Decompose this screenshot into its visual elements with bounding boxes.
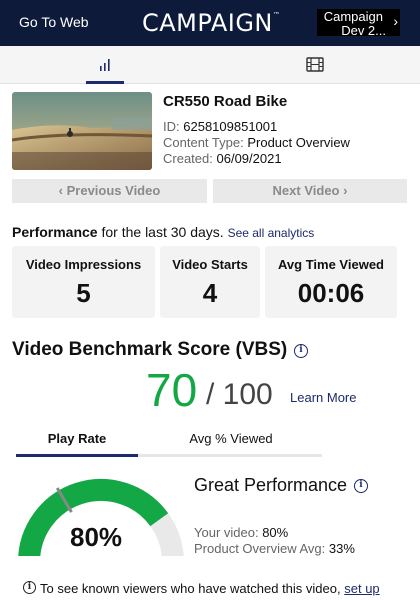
performance-verdict: Great Performance bbox=[194, 475, 348, 495]
metric-label: Avg Time Viewed bbox=[278, 257, 384, 272]
metric-value: 00:06 bbox=[297, 278, 365, 308]
performance-label: Performance bbox=[12, 224, 98, 240]
learn-more-link[interactable]: Learn More bbox=[290, 390, 356, 405]
set-up-link[interactable]: set up bbox=[344, 581, 379, 596]
vbs-title: Video Benchmark Score (VBS) bbox=[12, 339, 288, 360]
metric-label: Video Impressions bbox=[25, 257, 142, 272]
campaign-selector-line2: Dev 2... bbox=[341, 23, 386, 36]
metric-label: Video Starts bbox=[172, 257, 248, 272]
metric-card-avg-time: Avg Time Viewed 00:06 bbox=[265, 246, 397, 318]
logo-text: CAMPAIGN bbox=[142, 9, 273, 37]
logo-tm: ™ bbox=[272, 11, 281, 19]
metric-card-starts: Video Starts 4 bbox=[160, 246, 260, 318]
bar-chart-icon bbox=[100, 59, 110, 71]
performance-heading: Performance for the last 30 days. See al… bbox=[12, 224, 314, 240]
metric-value: 4 bbox=[202, 278, 218, 308]
vbs-metric-tabs: Play Rate Avg % Viewed bbox=[16, 430, 322, 460]
content-type-value: Product Overview bbox=[247, 135, 350, 150]
metric-value: 5 bbox=[76, 278, 91, 308]
vbs-total: / 100 bbox=[206, 378, 273, 411]
video-thumbnail[interactable] bbox=[12, 92, 152, 170]
your-video-label: Your video: bbox=[194, 525, 259, 540]
video-id-label: ID: bbox=[163, 119, 180, 134]
video-created: Created: 06/09/2021 bbox=[163, 151, 282, 166]
info-circle-icon: i bbox=[23, 581, 36, 594]
video-content-type: Content Type: Product Overview bbox=[163, 135, 350, 150]
campaign-selector[interactable]: Campaign Dev 2... › bbox=[317, 9, 400, 36]
category-avg-stat: Product Overview Avg: 33% bbox=[194, 541, 355, 556]
film-icon bbox=[306, 57, 324, 72]
metric-card-impressions: Video Impressions 5 bbox=[12, 246, 155, 318]
tab-videos[interactable] bbox=[300, 46, 330, 84]
notice-text: To see known viewers who have watched th… bbox=[40, 581, 341, 596]
campaign-logo: CAMPAIGN™ bbox=[142, 9, 280, 37]
category-avg-label: Product Overview Avg: bbox=[194, 541, 326, 556]
video-title: CR550 Road Bike bbox=[163, 93, 288, 110]
view-tabs bbox=[0, 46, 420, 84]
gauge-value: 80% bbox=[70, 522, 123, 552]
viewer-notice: i To see known viewers who have watched … bbox=[0, 556, 420, 600]
category-avg-value: 33% bbox=[328, 541, 355, 556]
performance-period: for the last 30 days. bbox=[97, 224, 224, 240]
video-id: ID: 6258109851001 bbox=[163, 119, 277, 134]
info-icon[interactable]: i bbox=[354, 479, 368, 493]
tab-avg-viewed[interactable]: Avg % Viewed bbox=[156, 430, 306, 458]
top-bar: Go To Web CAMPAIGN™ Campaign Dev 2... › bbox=[0, 0, 420, 46]
tab-analytics[interactable] bbox=[86, 46, 124, 84]
next-video-button[interactable]: Next Video › bbox=[213, 179, 407, 203]
campaign-selector-line1: Campaign bbox=[323, 9, 383, 24]
your-video-stat: Your video: 80% bbox=[194, 525, 288, 540]
created-value: 06/09/2021 bbox=[216, 151, 282, 166]
vbs-score: 70 bbox=[146, 364, 198, 416]
go-to-web-link[interactable]: Go To Web bbox=[19, 14, 89, 30]
content-type-label: Content Type: bbox=[163, 135, 244, 150]
created-label: Created: bbox=[163, 151, 213, 166]
see-all-analytics-link[interactable]: See all analytics bbox=[228, 226, 315, 240]
video-thumbnail-image bbox=[12, 92, 152, 170]
previous-video-button[interactable]: ‹ Previous Video bbox=[12, 179, 207, 203]
video-id-value: 6258109851001 bbox=[183, 119, 278, 134]
viewer-notice-text: To see known viewers who have watched th… bbox=[40, 581, 380, 596]
chevron-right-icon: › bbox=[393, 13, 398, 29]
your-video-value: 80% bbox=[262, 525, 289, 540]
info-icon[interactable]: i bbox=[294, 344, 308, 358]
tab-play-rate[interactable]: Play Rate bbox=[16, 430, 138, 458]
